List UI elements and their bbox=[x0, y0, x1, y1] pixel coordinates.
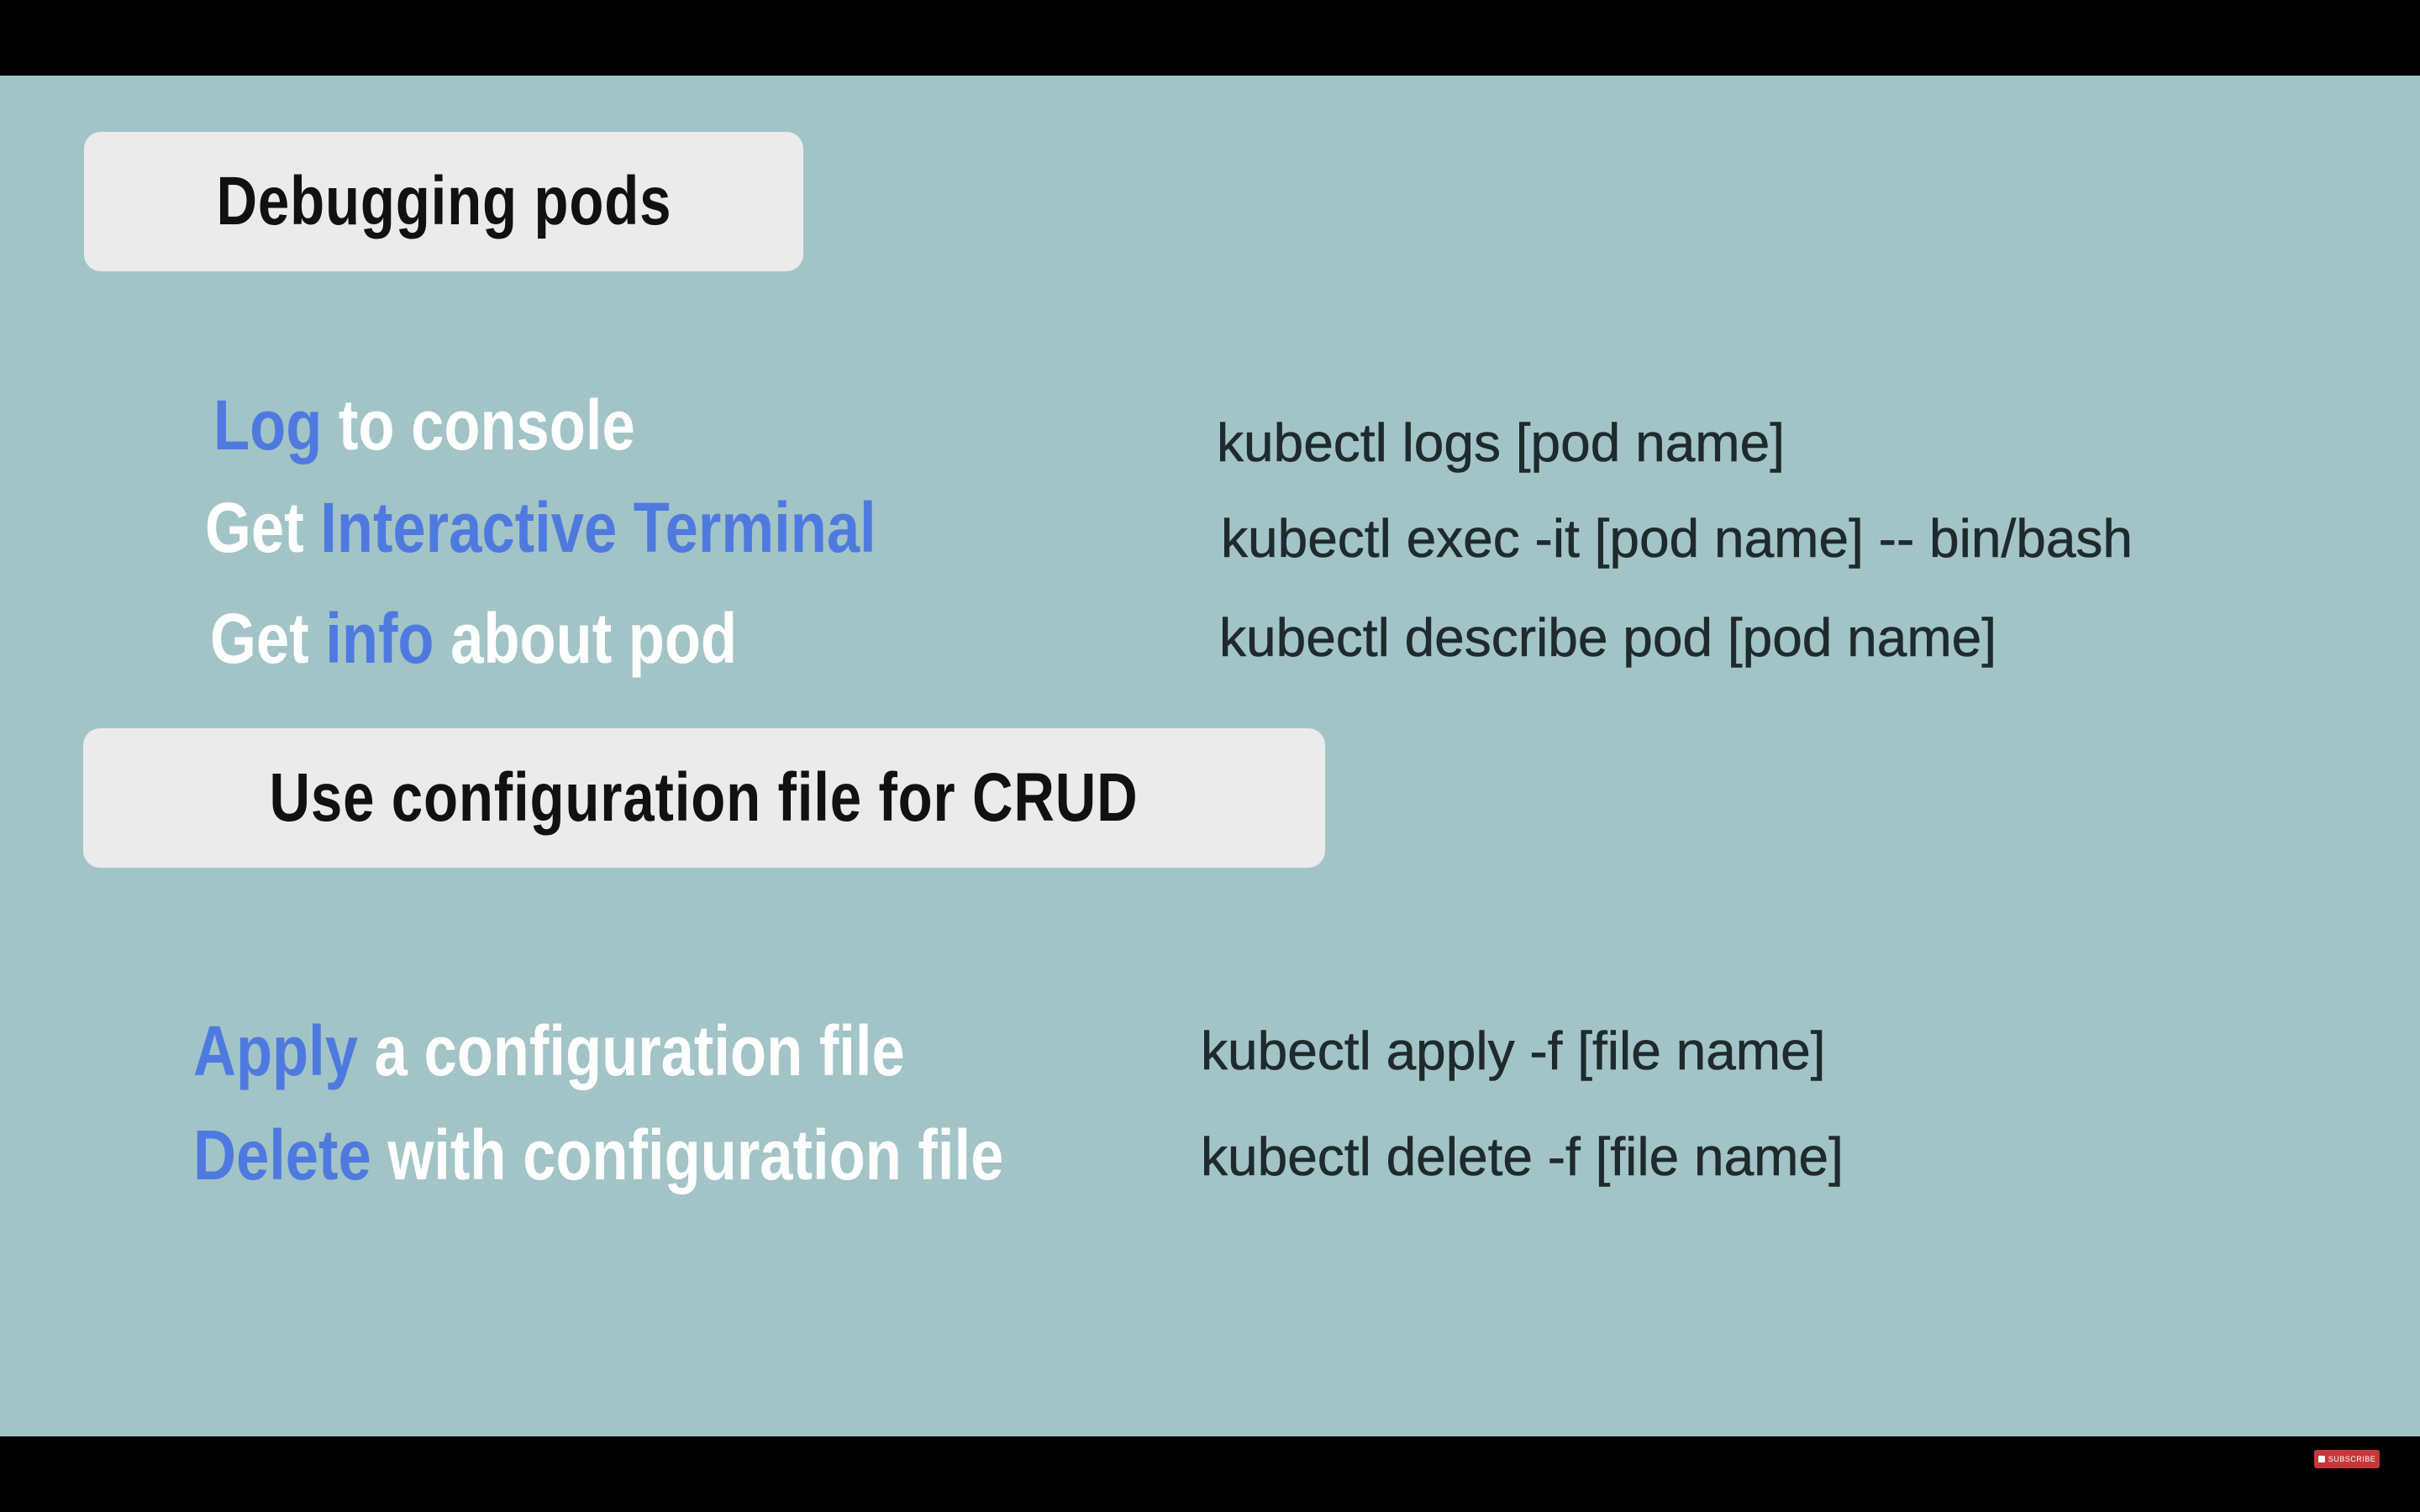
highlight-word: Log bbox=[213, 386, 323, 465]
row-description-describe: Get info about pod bbox=[210, 598, 737, 680]
command-delete: kubectl delete -f [file name] bbox=[1201, 1126, 1844, 1188]
letterbox-top bbox=[0, 0, 2420, 76]
row-description-delete: Delete with configuration file bbox=[193, 1115, 1003, 1196]
row-description-log: Log to console bbox=[213, 385, 635, 466]
description-text: Get bbox=[205, 488, 321, 567]
highlight-word: info bbox=[325, 599, 434, 678]
highlight-word: Apply bbox=[193, 1011, 359, 1090]
play-icon bbox=[2317, 1456, 2325, 1462]
command-exec: kubectl exec -it [pod name] -- bin/bash bbox=[1221, 508, 2133, 570]
command-describe: kubectl describe pod [pod name] bbox=[1219, 607, 1997, 669]
description-text: to console bbox=[322, 386, 635, 465]
subscribe-button[interactable]: SUBSCRIBE bbox=[2314, 1450, 2380, 1468]
command-logs: kubectl logs [pod name] bbox=[1217, 412, 1786, 474]
description-text: about pod bbox=[434, 599, 738, 678]
description-text: Get bbox=[210, 599, 326, 678]
command-apply: kubectl apply -f [file name] bbox=[1201, 1021, 1826, 1082]
section-title: Use configuration file for CRUD bbox=[269, 759, 1139, 836]
description-text: a configuration file bbox=[358, 1011, 905, 1090]
section-header-debugging: Debugging pods bbox=[84, 132, 803, 271]
section-header-crud: Use configuration file for CRUD bbox=[83, 728, 1325, 868]
row-description-apply: Apply a configuration file bbox=[193, 1011, 905, 1092]
highlight-word: Interactive Terminal bbox=[320, 488, 876, 567]
letterbox-bottom bbox=[0, 1436, 2420, 1512]
section-title: Debugging pods bbox=[216, 163, 671, 239]
highlight-word: Delete bbox=[193, 1116, 371, 1194]
description-text: with configuration file bbox=[371, 1116, 1004, 1194]
row-description-exec: Get Interactive Terminal bbox=[205, 487, 876, 569]
subscribe-label: SUBSCRIBE bbox=[2328, 1455, 2376, 1463]
